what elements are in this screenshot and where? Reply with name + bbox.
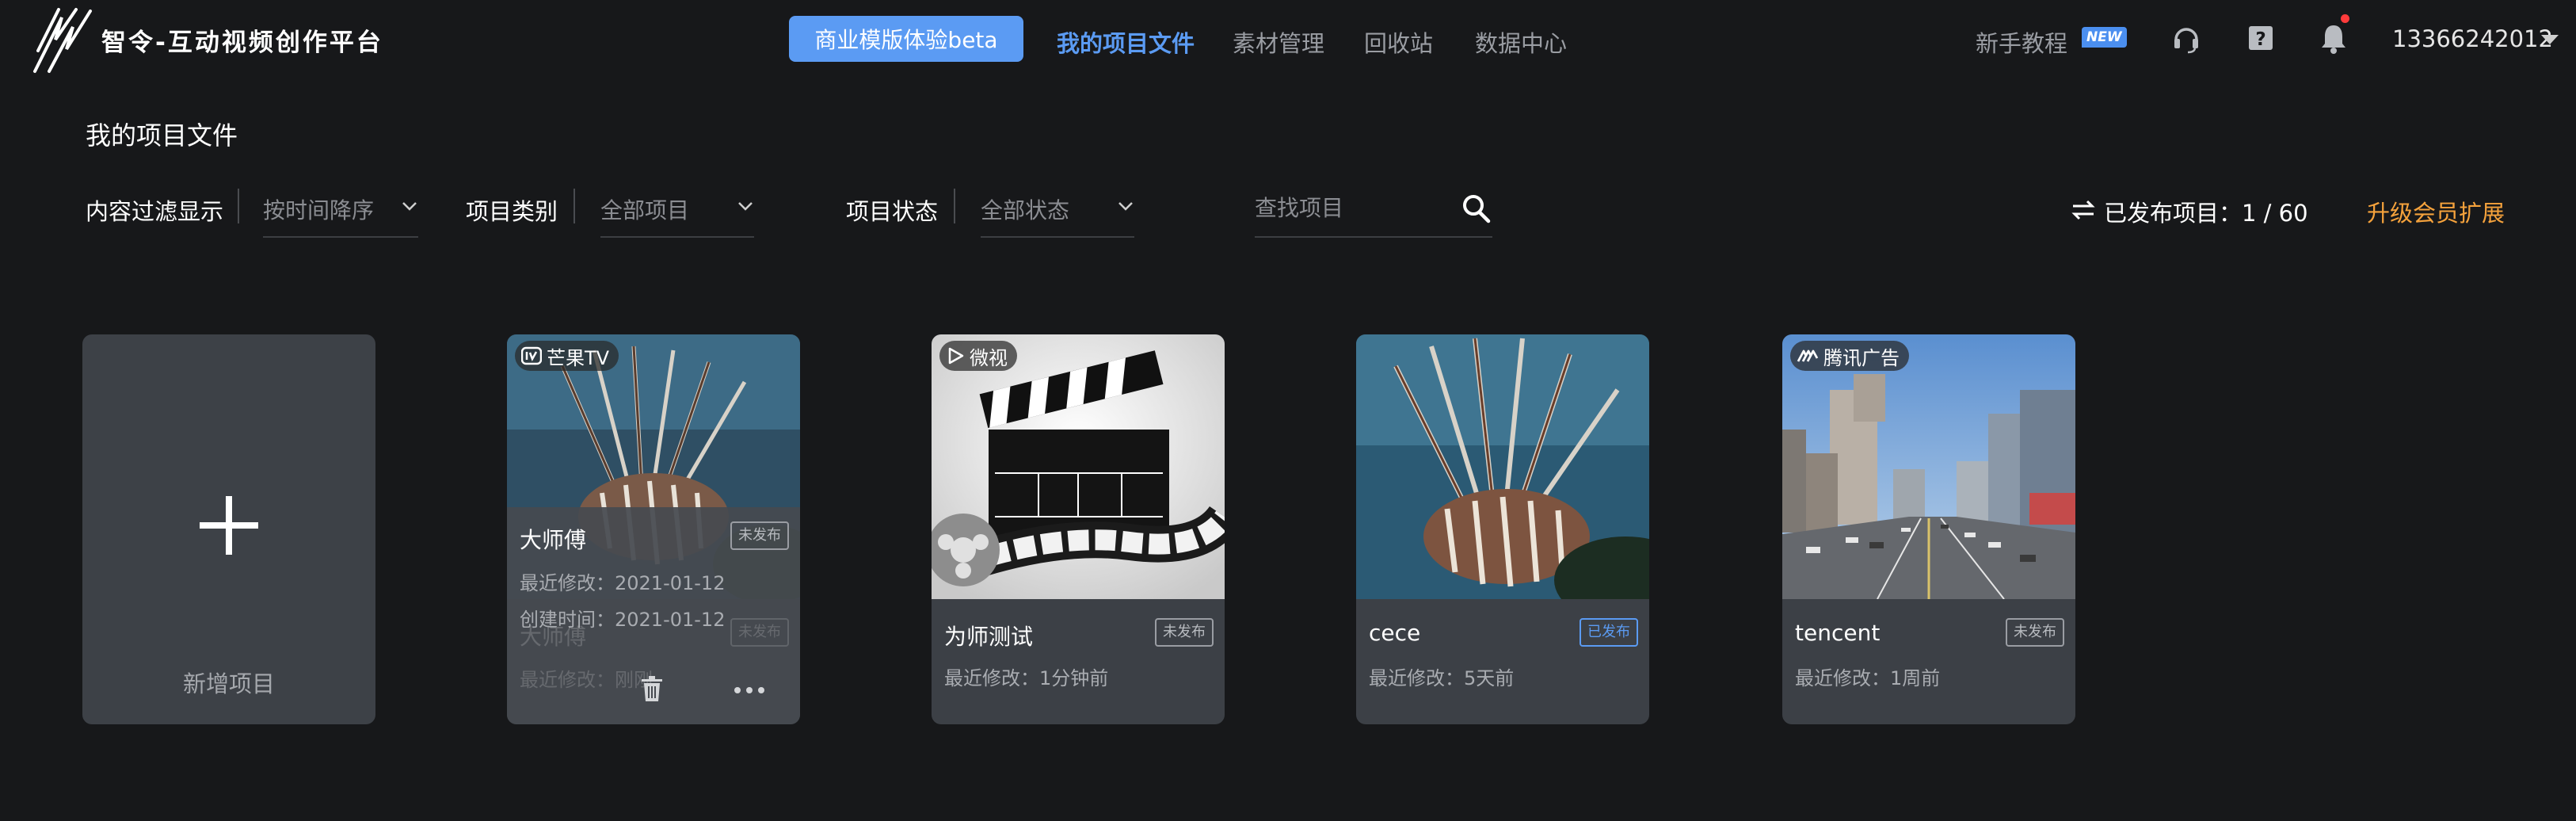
platform-tag: 芒果TV (515, 341, 619, 371)
project-search (1255, 182, 1492, 238)
filter-divider (574, 189, 575, 223)
platform-label: 芒果TV (547, 346, 610, 369)
platform-tag: 微视 (939, 341, 1017, 371)
card-modified: 最近修改：1分钟前 (944, 667, 1109, 689)
status-select-value: 全部状态 (981, 197, 1070, 223)
search-input[interactable] (1255, 192, 1445, 223)
nav-recycle-bin[interactable]: 回收站 (1364, 25, 1433, 59)
svg-text:?: ? (2255, 29, 2265, 50)
bell-icon[interactable] (2318, 21, 2349, 55)
mangotv-icon (521, 346, 542, 365)
status-badge-ghost: 未发布 (730, 618, 789, 647)
logo-icon (33, 8, 92, 73)
upgrade-membership-link[interactable]: 升级会员扩展 (2367, 195, 2505, 228)
tencent-ads-icon (1797, 349, 1819, 362)
card-title: tencent (1795, 620, 1881, 646)
page-title: 我的项目文件 (86, 120, 238, 151)
clapperboard-thumbnail (932, 334, 1225, 599)
chevron-down-icon (1118, 202, 1133, 211)
project-card[interactable]: cece 已发布 最近修改：5天前 (1356, 334, 1649, 724)
new-badge: NEW (2082, 27, 2127, 48)
nav-data-center[interactable]: 数据中心 (1475, 25, 1567, 59)
platform-tag: 腾讯广告 (1790, 341, 1909, 371)
card-created: 创建时间：2021-01-12 (520, 609, 726, 631)
project-card[interactable]: 腾讯广告 tencent 未发布 最近修改：1周前 (1782, 334, 2075, 724)
card-title: 大师傅 (520, 527, 587, 553)
card-modified-ghost: 最近修改：刚刚 (520, 669, 653, 691)
card-modified: 最近修改：2021-01-12 (520, 572, 726, 594)
search-icon[interactable] (1461, 192, 1492, 225)
status-badge: 未发布 (730, 521, 789, 550)
type-select[interactable]: 全部项目 (600, 182, 754, 238)
plus-icon (200, 496, 258, 555)
app-title: 智令-互动视频创作平台 (101, 29, 383, 57)
status-badge: 未发布 (2006, 618, 2064, 647)
filter-divider (954, 189, 955, 223)
city-street-thumbnail (1782, 334, 2075, 599)
sort-select[interactable]: 按时间降序 (263, 182, 418, 238)
notification-dot (2341, 14, 2349, 23)
status-badge: 已发布 (1580, 618, 1638, 647)
project-card[interactable]: 微视 为师测试 未发布 最近修改：1分钟前 (932, 334, 1225, 724)
status-select[interactable]: 全部状态 (981, 182, 1134, 238)
template-trial-button[interactable]: 商业模版体验beta (789, 16, 1023, 62)
nav-materials[interactable]: 素材管理 (1233, 25, 1324, 59)
new-project-card[interactable]: 新增项目 (82, 334, 375, 724)
card-modified: 最近修改：1周前 (1795, 667, 1941, 689)
type-select-value: 全部项目 (600, 197, 690, 223)
new-project-label: 新增项目 (182, 670, 275, 697)
platform-label: 微视 (970, 346, 1008, 369)
filter-divider (238, 189, 239, 223)
user-menu[interactable]: 13366242012 (2392, 25, 2553, 52)
chevron-down-icon (738, 202, 753, 211)
play-icon (948, 347, 964, 365)
trash-icon[interactable] (640, 675, 664, 702)
lionfish-thumbnail (1356, 334, 1649, 599)
filter-type-label: 项目类别 (466, 198, 558, 225)
help-icon[interactable]: ? (2245, 21, 2277, 55)
published-count: 已发布项目：1 / 60 (2104, 200, 2308, 227)
nav-my-projects[interactable]: 我的项目文件 (1057, 25, 1195, 59)
status-badge: 未发布 (1155, 618, 1214, 647)
headset-icon[interactable] (2170, 21, 2202, 55)
user-chevron-down-icon[interactable] (2541, 35, 2559, 44)
card-modified: 最近修改：5天前 (1369, 667, 1515, 689)
filter-status-label: 项目状态 (846, 198, 939, 225)
platform-label: 腾讯广告 (1823, 346, 1900, 369)
card-title: cece (1369, 620, 1421, 646)
more-options-icon[interactable] (734, 686, 765, 694)
tutorial-link[interactable]: 新手教程 (1976, 25, 2067, 59)
sort-select-value: 按时间降序 (263, 197, 375, 223)
filter-display-label: 内容过滤显示 (86, 198, 224, 225)
chevron-down-icon (402, 202, 417, 211)
card-title: 为师测试 (944, 624, 1034, 650)
project-card[interactable]: 芒果TV 大师傅 未发布 最近修改：刚刚 大师傅 未发布 最近修改：2021-0… (507, 334, 800, 724)
